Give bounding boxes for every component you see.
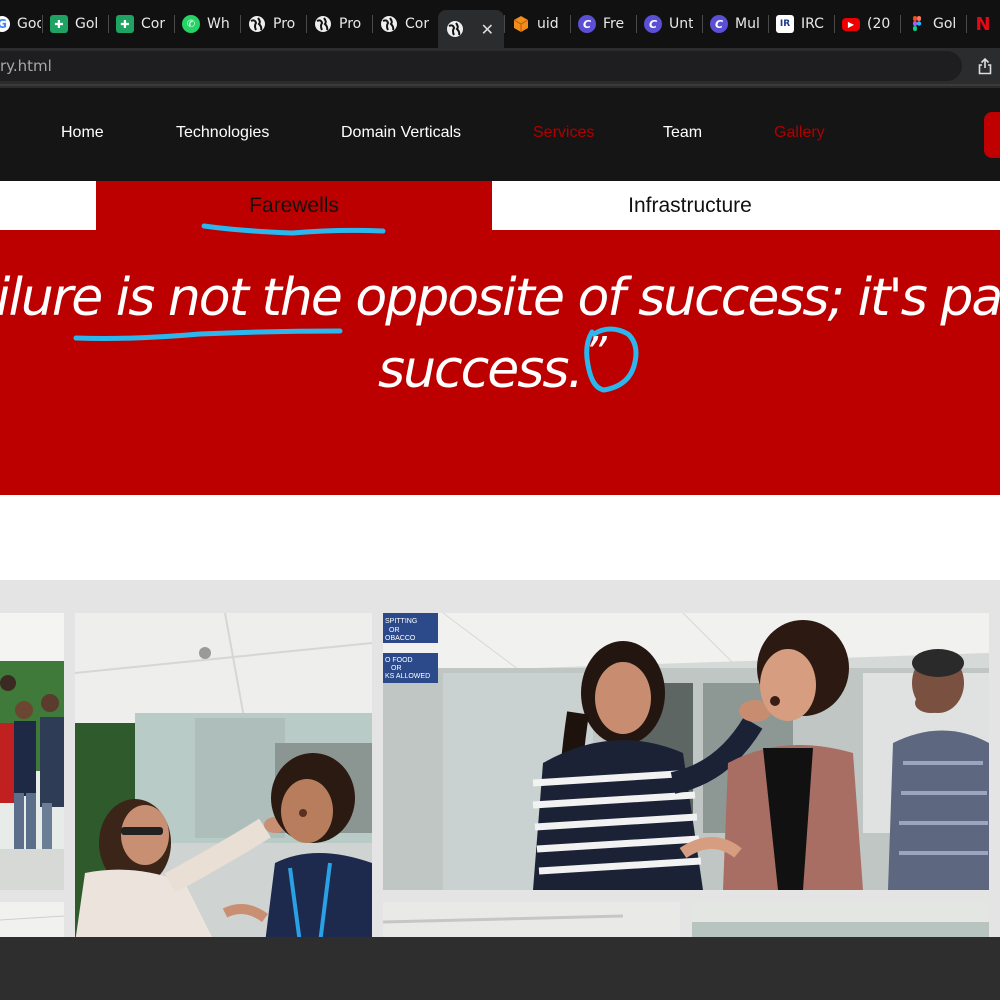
browser-tab[interactable]: ✆ Wh	[174, 5, 240, 43]
canva-icon: C	[710, 15, 728, 33]
bottom-bar	[0, 937, 1000, 1000]
section-spacer	[0, 495, 1000, 580]
nav-cta-button[interactable]	[984, 112, 1000, 158]
address-bar: ry.html	[0, 48, 1000, 86]
tab-label: (20	[867, 16, 891, 32]
svg-text:O FOOD: O FOOD	[385, 657, 413, 664]
nav-technologies-link[interactable]: Technologies	[176, 124, 269, 142]
irctc-icon: IR	[776, 15, 794, 33]
nav-home-link[interactable]: Home	[61, 124, 104, 142]
quote-line-2: success.	[378, 340, 584, 400]
quote-line-1: ilure is not the opposite of success; it…	[0, 268, 1000, 328]
nav-domain-verticals-link[interactable]: Domain Verticals	[341, 124, 461, 142]
browser-tab[interactable]: ▶ (20	[834, 5, 900, 43]
google-icon: G	[0, 16, 10, 32]
browser-tab-active[interactable]: ✕	[438, 10, 504, 48]
canva-icon: C	[644, 15, 662, 33]
box-icon	[512, 15, 530, 33]
photo-gallery: SPITTING OR OBACCO O FOOD OR KS ALLOWED	[0, 580, 1000, 937]
tab-label: Pro	[273, 16, 296, 32]
tab-label: IRC	[801, 16, 824, 32]
figma-icon	[908, 15, 926, 33]
browser-tab[interactable]: ✚ Gol	[42, 5, 108, 43]
globe-icon	[248, 15, 266, 33]
whatsapp-icon: ✆	[182, 15, 200, 33]
youtube-icon: ▶	[842, 17, 860, 31]
browser-tab[interactable]: G Goo	[0, 5, 42, 43]
tab-label: Pro	[339, 16, 362, 32]
browser-tab-strip: G Goo ✚ Gol ✚ Cor ✆ Wh Pro Pro Cor ✕ uid…	[0, 0, 1000, 48]
quote-mark: ”	[584, 328, 607, 379]
svg-text:OBACCO: OBACCO	[385, 635, 416, 642]
browser-tab[interactable]: Gol	[900, 5, 966, 43]
gallery-photo-thumb[interactable]	[692, 902, 989, 937]
tab-label: Unt	[669, 16, 693, 32]
nav-team-link[interactable]: Team	[663, 124, 702, 142]
site-navbar: Home Technologies Domain Verticals Servi…	[0, 88, 1000, 181]
url-text: ry.html	[0, 57, 52, 75]
canva-icon: C	[578, 15, 596, 33]
svg-text:OR: OR	[389, 627, 400, 634]
close-tab-icon[interactable]: ✕	[481, 20, 494, 39]
quote-banner: ilure is not the opposite of success; it…	[0, 230, 1000, 495]
browser-tab[interactable]: N	[966, 5, 996, 43]
browser-tab[interactable]: uid	[504, 5, 570, 43]
netflix-icon: N	[975, 13, 991, 35]
gallery-photo-cake-2[interactable]: SPITTING OR OBACCO O FOOD OR KS ALLOWED	[383, 613, 989, 890]
browser-tab[interactable]: Pro	[240, 5, 306, 43]
tab-label: Fre	[603, 16, 625, 32]
google-sheets-icon: ✚	[116, 15, 134, 33]
tab-farewells[interactable]: Farewells	[96, 181, 492, 231]
nav-gallery-link[interactable]: Gallery	[774, 124, 825, 142]
browser-tab[interactable]: Pro	[306, 5, 372, 43]
browser-tab[interactable]: C Unt	[636, 5, 702, 43]
tab-label: Gol	[75, 16, 99, 32]
nav-services-link[interactable]: Services	[533, 124, 594, 142]
browser-window: G Goo ✚ Gol ✚ Cor ✆ Wh Pro Pro Cor ✕ uid…	[0, 0, 1000, 1000]
browser-tab[interactable]: C Mul	[702, 5, 768, 43]
tab-label: Goo	[17, 16, 41, 32]
tab-label: Wh	[207, 16, 230, 32]
url-input[interactable]: ry.html	[0, 51, 962, 81]
gallery-photo-group[interactable]	[0, 613, 64, 890]
svg-text:KS ALLOWED: KS ALLOWED	[385, 673, 430, 680]
gallery-tabs: Farewells Infrastructure	[0, 181, 1000, 231]
tab-farewells-label: Farewells	[249, 194, 339, 217]
globe-icon	[446, 20, 464, 38]
gallery-photo-cake-1[interactable]	[75, 613, 372, 937]
browser-tab[interactable]: IR IRC	[768, 5, 834, 43]
tab-infrastructure[interactable]: Infrastructure	[492, 181, 888, 231]
tab-label: Cor	[141, 16, 165, 32]
share-icon[interactable]	[970, 51, 1000, 81]
svg-text:OR: OR	[391, 665, 402, 672]
svg-text:SPITTING: SPITTING	[385, 618, 417, 625]
tab-label: uid	[537, 16, 559, 32]
tab-label: Mul	[735, 16, 759, 32]
browser-tab[interactable]: ✚ Cor	[108, 5, 174, 43]
globe-icon	[380, 15, 398, 33]
tab-label: Cor	[405, 16, 429, 32]
tab-infrastructure-label: Infrastructure	[628, 194, 752, 217]
browser-tab[interactable]: Cor	[372, 5, 438, 43]
gallery-photo-thumb[interactable]	[383, 902, 680, 937]
globe-icon	[314, 15, 332, 33]
browser-tab[interactable]: C Fre	[570, 5, 636, 43]
google-sheets-icon: ✚	[50, 15, 68, 33]
tab-label: Gol	[933, 16, 957, 32]
gallery-photo-thumb[interactable]	[0, 902, 64, 937]
